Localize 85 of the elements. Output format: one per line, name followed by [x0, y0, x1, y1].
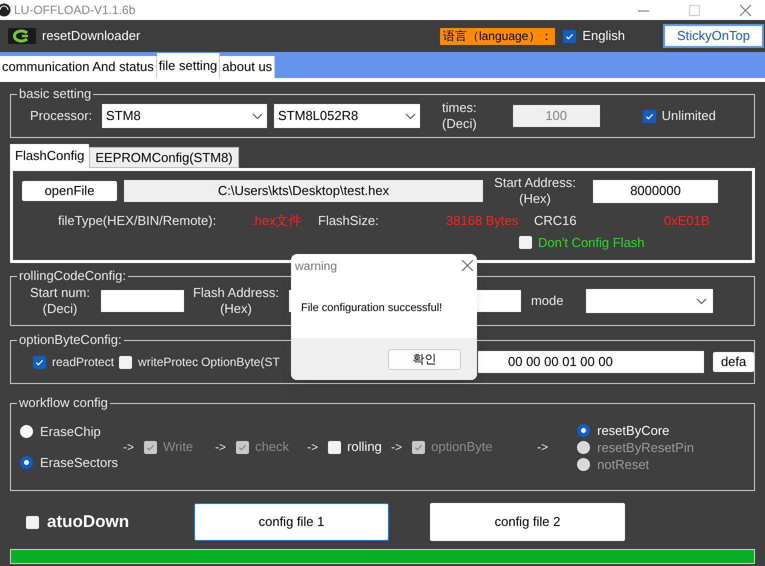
close-icon[interactable] [462, 260, 473, 271]
tab[interactable]: FlashConfig [10, 144, 90, 168]
dialog-message: File configuration successful! [301, 302, 442, 314]
crc-value: 0xE01B [664, 212, 710, 230]
model-select[interactable]: STM8L052R8 [274, 104, 420, 128]
config-file-button[interactable]: config file 1 [194, 503, 389, 541]
sticky-on-top-button[interactable]: StickyOnTop [663, 24, 764, 48]
checkbox[interactable] [33, 356, 46, 368]
caret-icon [405, 112, 416, 120]
open-file-button[interactable]: openFile [22, 181, 117, 201]
caret-icon [252, 112, 263, 120]
file-type-label: fileType(HEX/BIN/Remote): [58, 212, 218, 230]
checkmark-icon [414, 442, 424, 452]
step-label: rolling [347, 438, 382, 456]
erase-option-label: EraseSectors [40, 454, 118, 472]
start-num-field[interactable] [100, 290, 184, 312]
arrow-label: -> [391, 439, 402, 456]
checkmark-icon [644, 112, 654, 120]
processor-select[interactable]: STM8 [102, 104, 267, 128]
reset-option-label: resetByCore [597, 422, 670, 438]
read-protect-label: readProtect [52, 354, 114, 371]
flash-size-label: FlashSize: [318, 212, 380, 230]
ok-button[interactable]: 확인 [388, 348, 461, 370]
times-label: times: [442, 100, 477, 116]
group-title: rollingCodeConfig: [17, 268, 128, 284]
radio-button[interactable] [20, 424, 33, 438]
reset-option-label: resetByResetPin [597, 438, 694, 456]
erase-option-label: EraseChip [40, 422, 101, 441]
arrow-label: -> [215, 439, 226, 456]
checkmark-icon [238, 442, 248, 452]
radio-button[interactable] [20, 456, 33, 470]
step-label: optionByte [431, 438, 493, 456]
english-label: English [582, 27, 625, 46]
auto-down-label: atuoDown [47, 511, 130, 534]
checkmark-icon [565, 32, 574, 40]
group-title: workflow config [17, 395, 110, 411]
window-title: LU-OFFLOAD-V1.1.6b [14, 2, 136, 19]
tab[interactable]: about us [220, 56, 276, 78]
radio-button[interactable] [577, 424, 590, 436]
times-unit: (Deci) [442, 116, 477, 132]
step-label: check [255, 438, 290, 456]
processor-label: Processor: [30, 107, 94, 126]
arrow-label: -> [307, 439, 318, 456]
checkbox[interactable] [26, 516, 39, 528]
file-type-value: .hex文件 [251, 212, 303, 230]
checkbox[interactable] [119, 356, 132, 368]
mode-label: mode [530, 292, 564, 310]
arrow-label: -> [123, 439, 134, 456]
tab[interactable]: EEPROMConfig(STM8) [89, 147, 239, 168]
start-address-label: Start Address: [494, 175, 576, 191]
option-byte-label: OptionByte(ST [201, 354, 280, 371]
write-protect-label: writeProtec [138, 354, 198, 371]
unlimited-label: Unlimited [662, 107, 716, 126]
file-path-field[interactable]: C:\Users\kts\Desktop\test.hex [124, 180, 483, 202]
reset-option-label: notReset [597, 456, 650, 472]
caret-icon [696, 298, 706, 304]
checkbox[interactable] [563, 30, 576, 42]
start-num-unit: (Deci) [42, 301, 78, 317]
app-name: resetDownloader [42, 27, 140, 46]
flash-address-unit: (Hex) [220, 301, 252, 317]
option-byte-field[interactable]: 00 00 00 01 00 00 [478, 351, 704, 373]
dont-config-flash-label: Don't Config Flash [538, 234, 645, 252]
dialog-title: warning [295, 258, 338, 274]
group-title: optionByteConfig: [17, 332, 124, 348]
start-address-unit: (Hex) [519, 191, 551, 207]
config-file-button[interactable]: config file 2 [430, 503, 625, 541]
flash-size-value: 38168 Bytes [446, 212, 520, 230]
default-button[interactable]: defa [713, 352, 754, 372]
tab[interactable]: communication And status [0, 56, 157, 78]
group-title: basic setting [17, 86, 94, 102]
checkbox[interactable] [642, 110, 656, 122]
start-address-field[interactable]: 8000000 [593, 180, 718, 202]
start-num-label: Start num: [30, 285, 90, 301]
close-icon[interactable] [740, 4, 751, 16]
tab[interactable]: file setting [156, 53, 220, 78]
arrow-label: -> [537, 439, 548, 456]
checkbox[interactable] [519, 236, 532, 250]
checkmark-icon [146, 442, 156, 452]
checkmark-icon [35, 358, 44, 366]
checkbox[interactable] [328, 440, 342, 454]
logo-icon [8, 28, 36, 44]
flash-address-label: Flash Address: [192, 285, 279, 301]
crc-label: CRC16 [534, 212, 578, 230]
language-label: 语言（language）： [440, 28, 556, 44]
step-label: Write [163, 438, 194, 456]
